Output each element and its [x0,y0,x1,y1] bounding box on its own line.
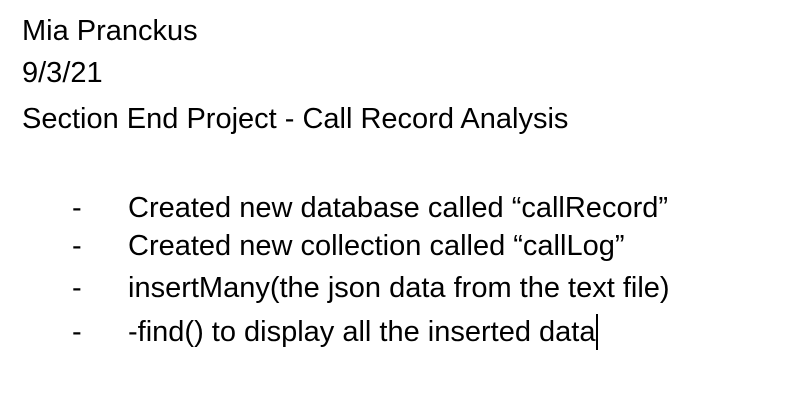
document-title: Section End Project - Call Record Analys… [22,103,569,135]
list-item: - Created new database called “callRecor… [0,190,785,230]
bullet-marker: - [72,272,82,304]
list-item: - Created new collection called “callLog… [0,228,785,268]
list-item-text: Created new database called “callRecord” [128,192,669,224]
list-item-text: insertMany(the json data from the text f… [128,272,670,304]
list-item-text: Created new collection called “callLog” [128,230,625,262]
text-cursor [596,314,599,350]
list-item-text-wrapper: -find() to display all the inserted data [128,314,599,350]
bullet-marker: - [72,192,82,224]
list-item-text: -find() to display all the inserted data [128,316,596,348]
list-item: - -find() to display all the inserted da… [0,314,785,354]
bullet-marker: - [72,316,82,348]
list-item: - insertMany(the json data from the text… [0,270,785,310]
author-name: Mia Pranckus [22,15,198,47]
bullet-marker: - [72,230,82,262]
document-date: 9/3/21 [22,57,103,89]
document-page[interactable]: Mia Pranckus 9/3/21 Section End Project … [0,0,785,416]
